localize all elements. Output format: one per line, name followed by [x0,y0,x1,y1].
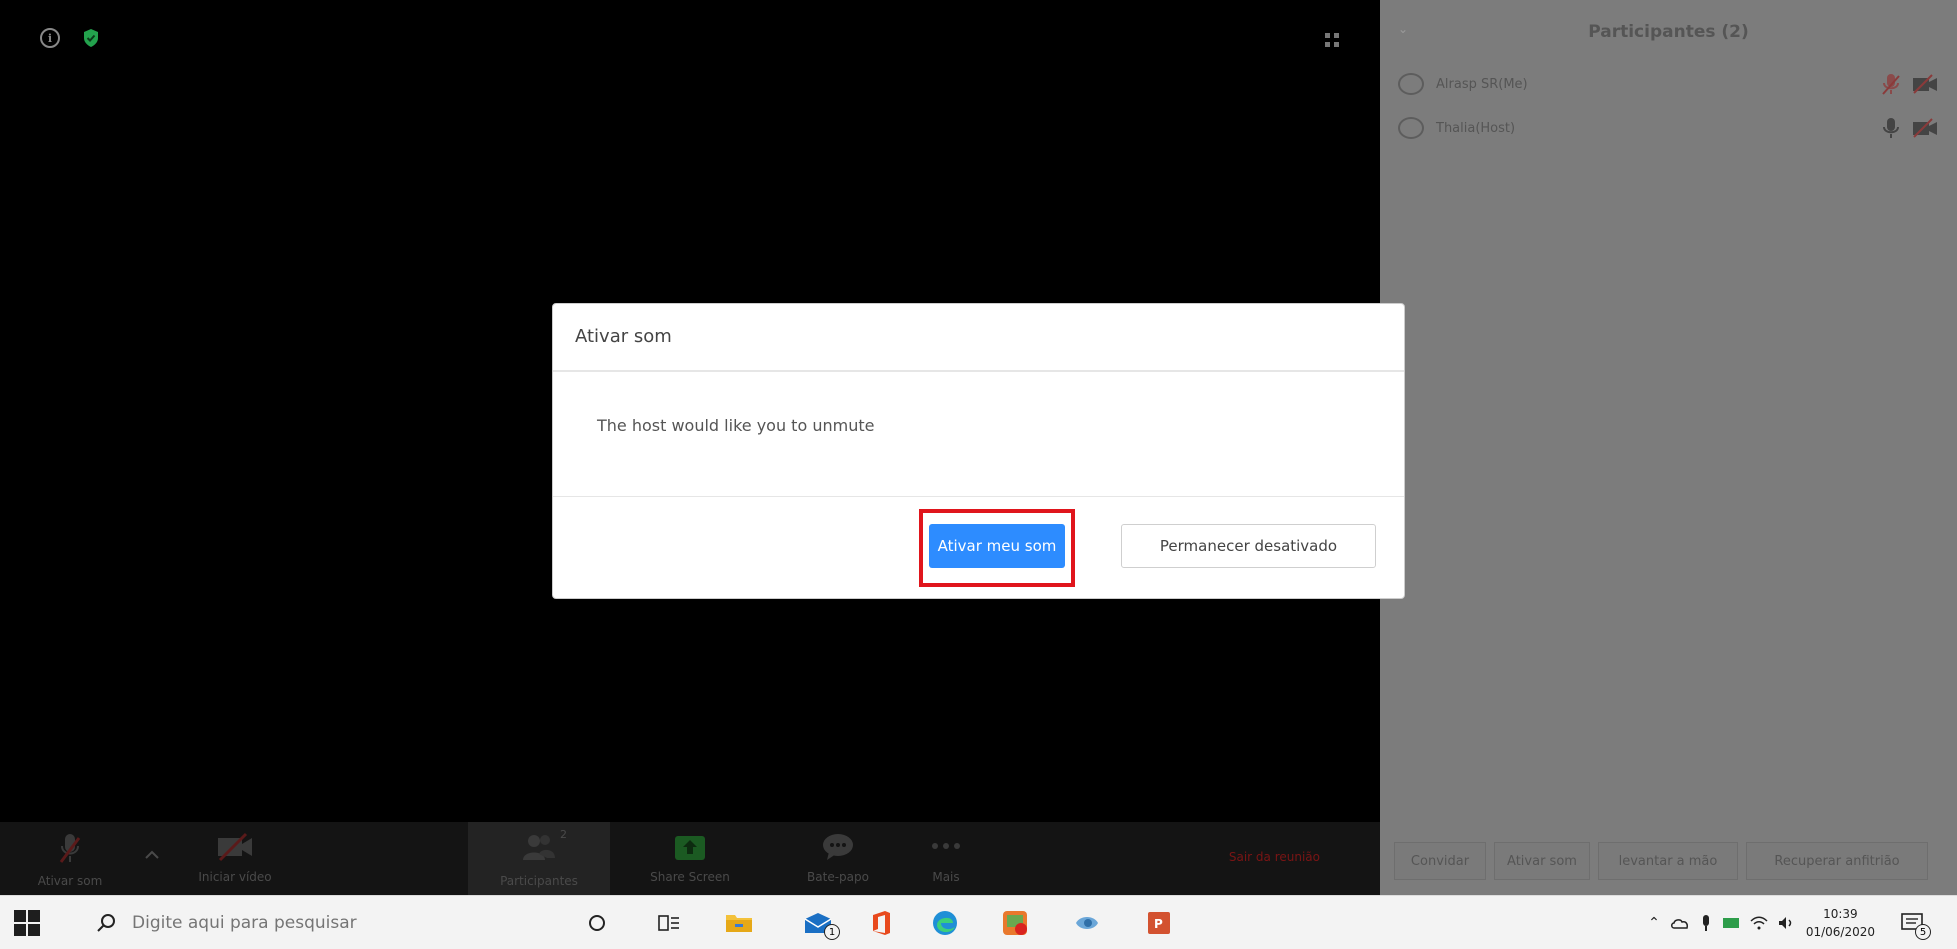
invite-button[interactable]: Convidar [1394,842,1486,880]
unmute-toolbar-label: Ativar som [37,874,103,888]
notification-center-icon[interactable]: 5 [1897,908,1931,940]
share-screen-icon [675,836,705,860]
participant-status-icons [1880,116,1938,140]
svg-text:P: P [1154,917,1163,931]
chat-button[interactable]: Bate-papo [778,822,898,895]
participants-panel-footer: Convidar Ativar som levantar a mão Recup… [1380,842,1957,882]
search-input[interactable] [132,913,512,933]
volume-icon[interactable] [1778,916,1794,930]
participant-name: Thalia(Host) [1436,120,1516,136]
participant-row[interactable]: Alrasp SR(Me) [1398,66,1938,102]
edge-browser-icon[interactable] [930,908,960,938]
zoom-app-icon[interactable] [1000,908,1030,938]
windows-taskbar: 1 P ⌃ 10:39 01/06/2020 5 [0,895,1957,949]
dialog-divider [553,370,1404,372]
file-explorer-icon[interactable] [724,908,754,938]
microphone-icon[interactable] [1700,914,1712,932]
task-view-icon[interactable] [654,908,684,938]
start-video-button[interactable]: Iniciar vídeo [170,822,300,895]
avatar [1398,117,1424,139]
meeting-top-left-icons: i [40,28,100,48]
chevron-up-icon[interactable]: ⌃ [1648,915,1660,931]
audio-options-caret[interactable] [140,822,164,895]
powerpoint-icon[interactable]: P [1144,908,1174,938]
clock-time: 10:39 [1823,907,1858,921]
more-label: Mais [932,870,960,884]
leave-meeting-button[interactable]: Sair da reunião [1229,850,1320,864]
dialog-message: The host would like you to unmute [597,416,875,435]
unmute-request-dialog: Ativar som The host would like you to un… [552,303,1405,599]
unmute-panel-button[interactable]: Ativar som [1494,842,1590,880]
participant-row[interactable]: Thalia(Host) [1398,110,1938,146]
wifi-icon[interactable] [1750,916,1768,930]
encryption-shield-icon[interactable] [82,28,100,48]
reclaim-host-button[interactable]: Recuperar anfitrião [1746,842,1928,880]
mail-badge: 1 [824,924,840,940]
participants-count: 2 [560,828,567,841]
search-icon [97,914,115,932]
info-icon[interactable]: i [40,28,60,48]
start-video-label: Iniciar vídeo [198,870,272,884]
taskbar-search-box[interactable] [60,896,530,949]
windows-start-icon[interactable] [14,910,40,936]
dialog-title: Ativar som [575,326,672,347]
participant-name: Alrasp SR(Me) [1436,76,1528,92]
video-off-icon [218,832,252,862]
office-icon[interactable] [866,908,896,938]
system-tray: ⌃ 10:39 01/06/2020 5 [1648,896,1957,949]
mail-icon[interactable]: 1 [796,908,840,940]
meeting-status-icon[interactable] [1722,916,1740,930]
mic-icon [1883,118,1899,138]
clock-date: 01/06/2020 [1805,925,1875,939]
fullscreen-icon[interactable] [1324,32,1340,48]
share-screen-label: Share Screen [650,870,730,884]
muted-mic-icon [1882,74,1900,95]
participants-icon [523,835,555,860]
dialog-divider [553,496,1404,497]
clock[interactable]: 10:39 01/06/2020 [1806,905,1875,941]
stay-muted-button[interactable]: Permanecer desativado [1121,524,1376,568]
onedrive-icon[interactable] [1670,916,1690,930]
more-button[interactable]: Mais [906,822,986,895]
participants-toolbar-button[interactable]: 2 Participantes [468,822,610,895]
chat-label: Bate-papo [807,870,869,884]
muted-mic-icon [59,834,81,863]
raise-hand-button[interactable]: levantar a mão [1598,842,1738,880]
video-off-icon [1913,118,1937,138]
cortana-icon[interactable] [582,908,612,938]
participants-panel-header: ⌄ Participantes (2) [1380,0,1957,60]
chat-icon [823,834,853,860]
app-icon[interactable] [1072,908,1102,938]
more-icon [932,843,960,849]
participants-icon-wrap: 2 [521,828,567,866]
participants-panel: ⌄ Participantes (2) Alrasp SR(Me) Thalia… [1380,0,1957,895]
participants-panel-title: Participantes (2) [1588,22,1749,42]
unmute-me-button[interactable]: Ativar meu som [929,524,1065,568]
share-screen-button[interactable]: Share Screen [630,822,750,895]
chevron-up-icon [145,850,159,859]
notification-badge: 5 [1915,924,1931,940]
meeting-toolbar: Ativar som Iniciar vídeo 2 Participantes… [0,822,1380,895]
video-off-icon [1913,74,1937,94]
participants-toolbar-label: Participantes [500,874,578,888]
participant-status-icons [1880,72,1938,96]
unmute-toolbar-button[interactable]: Ativar som [20,822,120,895]
avatar [1398,73,1424,95]
